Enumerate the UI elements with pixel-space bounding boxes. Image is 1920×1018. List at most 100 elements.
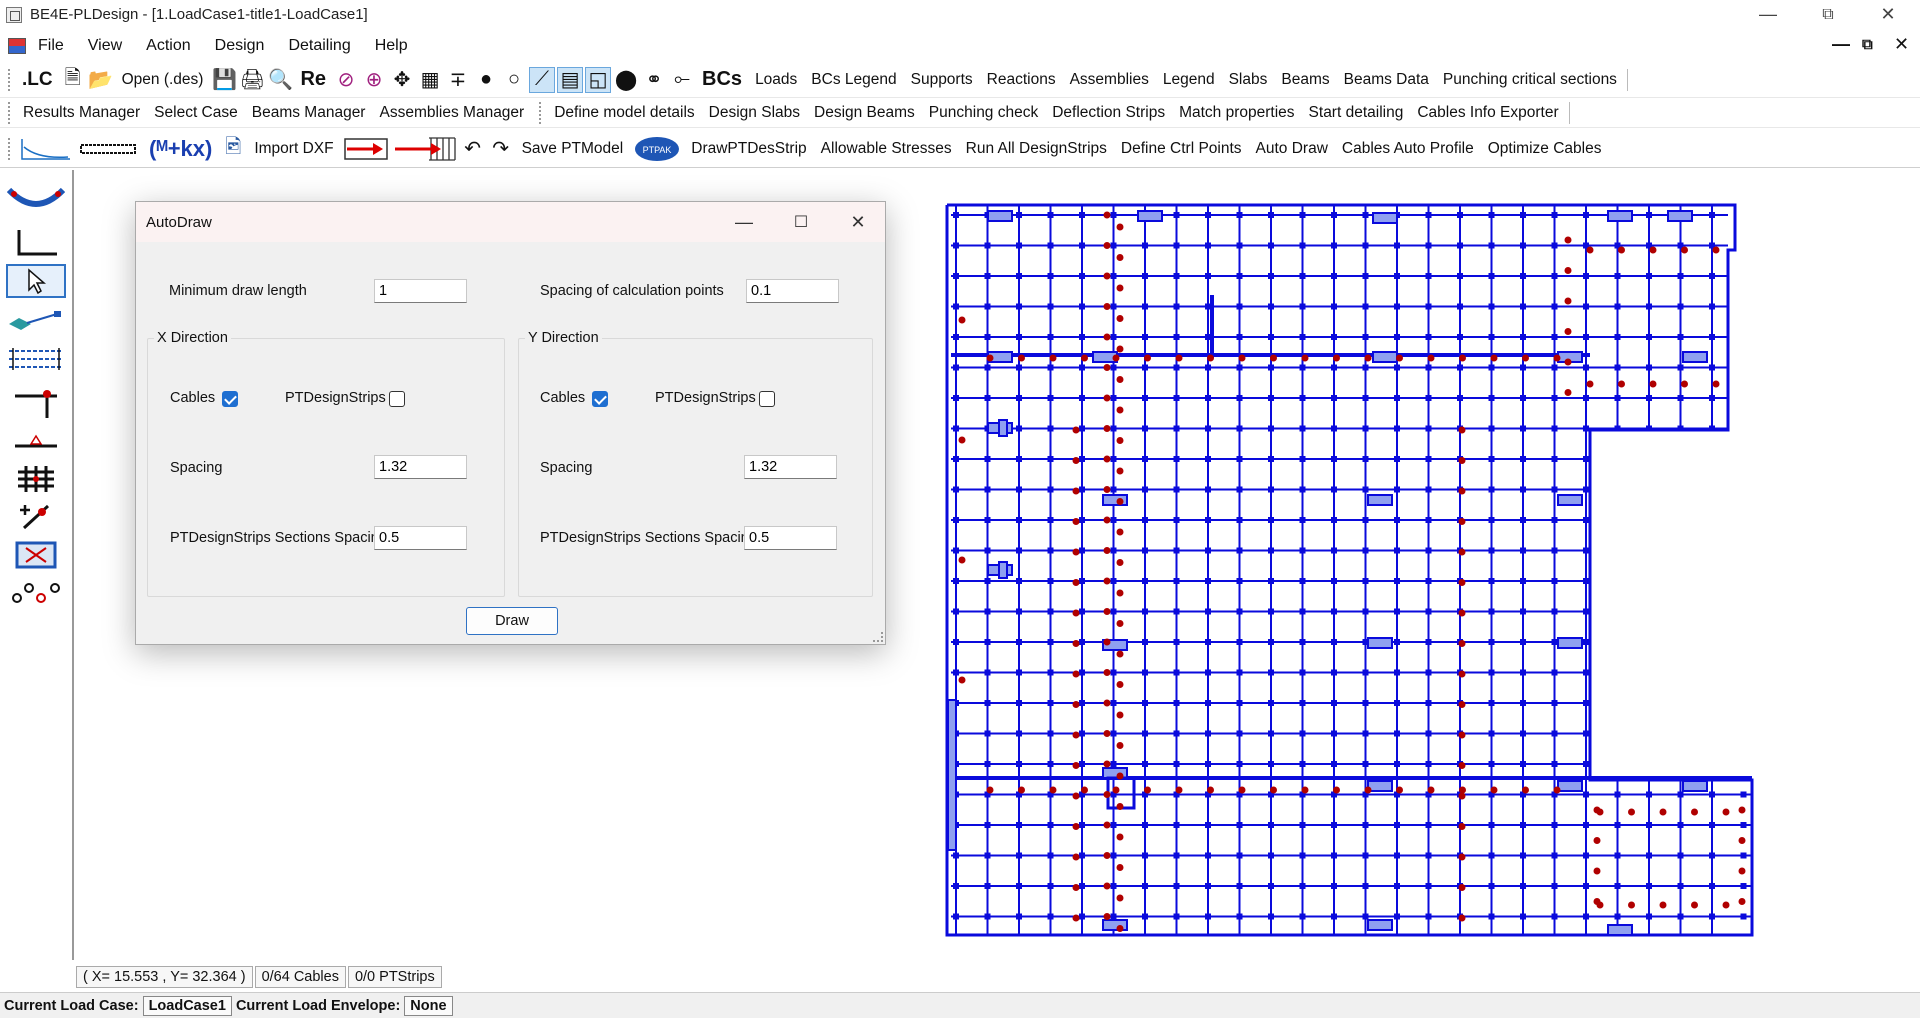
deflection-strips-button[interactable]: Deflection Strips <box>1045 104 1172 122</box>
y-cables-checkbox[interactable] <box>592 391 608 407</box>
mdi-close-icon[interactable]: ✕ <box>1894 34 1909 55</box>
undo-icon[interactable]: ↶ <box>460 136 486 162</box>
punching-check-button[interactable]: Punching check <box>922 104 1045 122</box>
punching-critical-sections-button[interactable]: Punching critical sections <box>1436 71 1624 89</box>
grid-icon[interactable]: ▦ <box>417 67 443 93</box>
menu-file[interactable]: File <box>26 37 76 55</box>
draw-ptdesstrip-button[interactable]: DrawPTDesStrip <box>684 140 813 158</box>
redo-icon[interactable]: ↷ <box>488 136 514 162</box>
re-button[interactable]: Re <box>294 68 332 91</box>
node-icon[interactable]: ● <box>473 67 499 93</box>
menu-help[interactable]: Help <box>363 37 420 55</box>
print-preview-icon[interactable]: 🔍 <box>267 67 293 93</box>
cables-auto-profile-button[interactable]: Cables Auto Profile <box>1335 140 1481 158</box>
point-load-icon[interactable]: ⬤ <box>613 67 639 93</box>
draw-button[interactable]: Draw <box>466 607 558 635</box>
results-manager-button[interactable]: Results Manager <box>16 104 147 122</box>
define-ctrl-points-button[interactable]: Define Ctrl Points <box>1114 140 1249 158</box>
document-icon[interactable] <box>8 38 26 54</box>
support-icon[interactable]: ⟜ <box>669 67 695 93</box>
add-point-icon[interactable] <box>6 500 66 534</box>
slab-icon[interactable] <box>6 304 66 338</box>
curve-icon[interactable] <box>17 136 73 162</box>
bcs-legend-button[interactable]: BCs Legend <box>804 71 903 89</box>
column-icon[interactable] <box>6 386 66 420</box>
start-detailing-button[interactable]: Start detailing <box>1302 104 1411 122</box>
strip-icon[interactable] <box>75 136 141 162</box>
import-dxf-button[interactable]: Import DXF <box>247 140 340 158</box>
allowable-stresses-button[interactable]: Allowable Stresses <box>814 140 959 158</box>
design-slabs-button[interactable]: Design Slabs <box>702 104 807 122</box>
open-des-button[interactable]: Open (.des) <box>115 71 211 89</box>
pan-icon[interactable]: ✥ <box>389 67 415 93</box>
loads-button[interactable]: Loads <box>748 71 804 89</box>
bcs-button[interactable]: BCs <box>696 68 748 91</box>
dialog-close-icon[interactable]: ✕ <box>830 202 886 242</box>
ptpak-icon[interactable]: PTPAK <box>631 136 683 162</box>
import-dxf-icon[interactable]: 🖻 <box>220 136 246 162</box>
save-ptmodel-button[interactable]: Save PTModel <box>515 140 631 158</box>
select-area-icon[interactable]: ▤ <box>557 66 584 93</box>
x-spacing-input[interactable] <box>374 455 467 479</box>
tendon-arrow-icon[interactable] <box>342 136 390 162</box>
menu-action[interactable]: Action <box>134 37 202 55</box>
menu-view[interactable]: View <box>76 37 134 55</box>
select-window-icon[interactable]: ◱ <box>585 66 612 93</box>
tendon-grid-icon[interactable] <box>392 136 458 162</box>
new-file-icon[interactable]: 🗎 <box>60 67 86 93</box>
assemblies-manager-button[interactable]: Assemblies Manager <box>372 104 531 122</box>
axis-icon[interactable]: ∓ <box>445 67 471 93</box>
mdi-minimize-icon[interactable]: — <box>1832 34 1850 55</box>
hinge-icon[interactable]: ○ <box>501 67 527 93</box>
moment-icon[interactable]: ⚭ <box>641 67 667 93</box>
design-beams-button[interactable]: Design Beams <box>807 104 922 122</box>
supports-button[interactable]: Supports <box>904 71 980 89</box>
menu-detailing[interactable]: Detailing <box>276 37 362 55</box>
slabs-button[interactable]: Slabs <box>1222 71 1275 89</box>
lc-button[interactable]: .LC <box>16 69 59 91</box>
resize-grip[interactable] <box>873 632 883 642</box>
spacing-calc-points-input[interactable] <box>746 279 839 303</box>
minimize-icon[interactable]: — <box>1740 0 1796 29</box>
zoom-in-icon[interactable]: ⊕ <box>361 67 387 93</box>
mdi-restore-icon[interactable]: ⧉ <box>1862 36 1873 53</box>
beams-button[interactable]: Beams <box>1274 71 1336 89</box>
define-model-details-button[interactable]: Define model details <box>547 104 701 122</box>
restore-icon[interactable]: ⧉ <box>1800 0 1856 29</box>
cable-profile-icon[interactable] <box>6 182 66 216</box>
print-icon[interactable]: 🖨 <box>239 67 265 93</box>
select-case-button[interactable]: Select Case <box>147 104 245 122</box>
reactions-button[interactable]: Reactions <box>980 71 1063 89</box>
opening-icon[interactable] <box>6 538 66 572</box>
load-line-icon[interactable] <box>6 424 66 458</box>
zoom-out-icon[interactable]: ⊘ <box>333 67 359 93</box>
y-ptdesignstrips-checkbox[interactable] <box>759 391 775 407</box>
x-ptdesignstrips-checkbox[interactable] <box>389 391 405 407</box>
save-icon[interactable]: 💾 <box>211 67 237 93</box>
auto-draw-button[interactable]: Auto Draw <box>1249 140 1335 158</box>
axis-origin-icon[interactable] <box>6 226 66 260</box>
min-draw-length-input[interactable] <box>374 279 467 303</box>
assemblies-button[interactable]: Assemblies <box>1063 71 1156 89</box>
beams-data-button[interactable]: Beams Data <box>1337 71 1436 89</box>
points-icon[interactable] <box>6 576 66 610</box>
menu-design[interactable]: Design <box>203 37 277 55</box>
optimize-cables-button[interactable]: Optimize Cables <box>1481 140 1609 158</box>
cables-info-exporter-button[interactable]: Cables Info Exporter <box>1410 104 1565 122</box>
match-properties-button[interactable]: Match properties <box>1172 104 1301 122</box>
mesh-icon[interactable] <box>6 462 66 496</box>
open-folder-icon[interactable]: 📂 <box>88 67 114 93</box>
dialog-maximize-icon[interactable]: ☐ <box>773 202 829 242</box>
legend-button[interactable]: Legend <box>1156 71 1222 89</box>
x-sections-spacing-input[interactable] <box>374 526 467 550</box>
x-cables-checkbox[interactable] <box>222 391 238 407</box>
y-sections-spacing-input[interactable] <box>744 526 837 550</box>
pointer-icon[interactable] <box>6 264 66 298</box>
dialog-minimize-icon[interactable]: — <box>716 202 772 242</box>
beams-manager-button[interactable]: Beams Manager <box>245 104 373 122</box>
select-line-icon[interactable]: ⟋ <box>529 66 556 93</box>
formula-button[interactable]: (ᴹ+kx) <box>142 136 219 162</box>
strips-icon[interactable] <box>6 342 66 376</box>
y-spacing-input[interactable] <box>744 455 837 479</box>
run-all-designstrips-button[interactable]: Run All DesignStrips <box>959 140 1114 158</box>
